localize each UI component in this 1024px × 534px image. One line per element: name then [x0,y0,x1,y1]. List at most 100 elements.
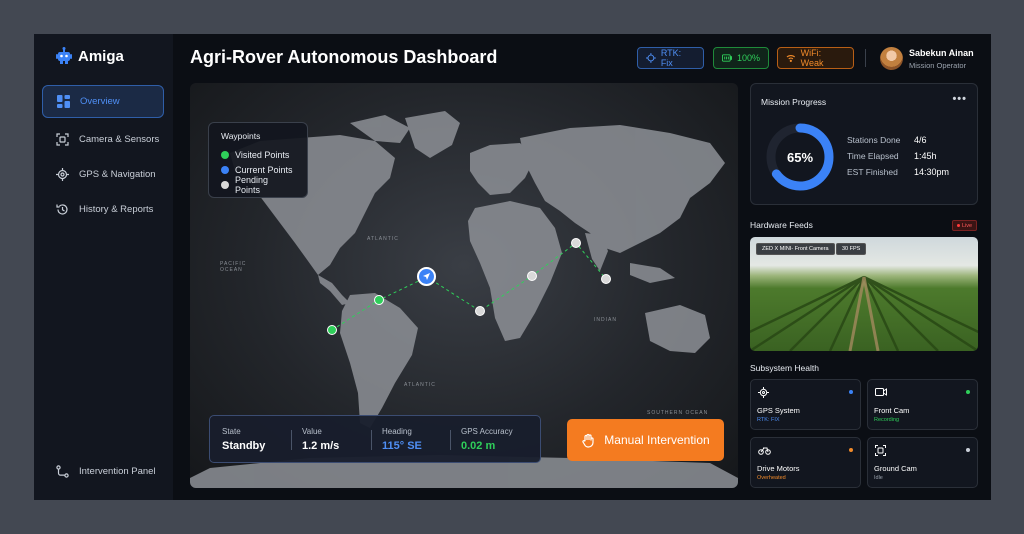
wifi-status-badge[interactable]: WiFi: Weak [777,47,854,69]
app-name: Amiga [78,47,124,65]
legend-label: Current Points [235,164,293,175]
battery-icon [722,54,732,62]
subsystem-name: Front Cam [874,406,910,415]
subsystem-card-gps[interactable]: GPS System RTK: FIX [750,379,861,430]
stat-divider [371,430,372,450]
legend-item-visited: Visited Points [221,147,295,162]
current-dot-icon [221,165,229,174]
robot-icon [56,47,72,64]
scan-icon [875,445,886,456]
mission-row-value: 1:45h [914,151,937,161]
live-label: Live [962,222,973,229]
battery-status-badge[interactable]: 100% [713,47,769,69]
sidebar-item-label: Overview [80,96,120,107]
progress-percent: 65% [786,149,814,165]
status-dot [849,390,853,394]
waypoint-visited[interactable] [327,325,337,335]
more-options-icon[interactable]: ••• [952,93,967,105]
status-dot [966,448,970,452]
wifi-icon [786,55,796,62]
subsystem-name: Ground Cam [874,464,917,473]
sidebar-item-history-reports[interactable]: History & Reports [42,193,164,226]
waypoint-pending[interactable] [571,238,581,248]
subsystem-status: RTK: FIX [757,417,780,423]
map-label: ATLANTIC [367,236,399,242]
stat-state: State Standby [222,427,265,452]
logo: Amiga [55,47,124,65]
sidebar-item-label: GPS & Navigation [79,169,156,180]
waypoint-visited[interactable] [374,295,384,305]
hand-icon [582,433,594,448]
target-icon [56,168,69,181]
stat-label: Value [302,427,322,436]
stat-label: GPS Accuracy [461,427,513,436]
battery-status-label: 100% [736,53,760,63]
map-label: OCEAN [220,267,243,273]
video-icon [875,388,887,396]
stat-gps-accuracy: GPS Accuracy 0.02 m [461,427,513,452]
waypoint-current[interactable] [417,267,436,286]
avatar[interactable] [880,47,903,70]
stat-value: 115° SE [382,440,422,452]
history-icon [56,204,68,215]
waypoints-legend: Waypoints Visited Points Current Points … [208,122,308,198]
map-label: ATLANTIC [404,382,436,388]
stat-value: 1.2 m/s [302,440,340,452]
mission-row-value: 4/6 [914,135,927,145]
waypoint-pending[interactable] [601,274,611,284]
pending-dot-icon [221,180,229,189]
header-divider [865,49,866,67]
user-name: Sabekun Ainan [909,48,974,58]
status-dot [849,448,853,452]
stat-divider [291,430,292,450]
stat-label: Heading [382,427,412,436]
live-dot-icon [957,224,960,227]
stat-label: State [222,427,241,436]
route-icon [56,465,69,478]
manual-intervention-button[interactable]: Manual Intervention [567,419,724,461]
mission-row-label: Time Elapsed [847,151,899,161]
sidebar-item-intervention-panel[interactable]: Intervention Panel [42,455,164,488]
waypoint-pending[interactable] [475,306,485,316]
waypoint-pending[interactable] [527,271,537,281]
camera-name-tag: ZED X MINI- Front Camera [756,243,835,255]
rtk-status-badge[interactable]: RTK: Fix [637,47,704,69]
hardware-feeds-title: Hardware Feeds [750,220,813,230]
sidebar-item-label: Intervention Panel [79,466,156,477]
mission-row-label: EST Finished [847,167,898,177]
legend-item-pending: Pending Points [221,175,295,195]
map-label: INDIAN [594,317,617,323]
page-title: Agri-Rover Autonomous Dashboard [190,47,498,67]
stat-value: Standby [222,440,266,452]
subsystem-name: Drive Motors [757,464,800,473]
sidebar: Amiga Overview Camera & Sensors GPS & Na… [34,34,173,500]
rtk-status-label: RTK: Fix [660,48,682,68]
crosshair-icon [758,387,769,398]
live-badge: Live [952,220,978,231]
grid-icon [57,95,70,108]
subsystem-health-title: Subsystem Health [750,363,819,373]
subsystem-card-front-cam[interactable]: Front Cam Recording [867,379,978,430]
bike-icon [758,447,771,455]
subsystem-card-ground-cam[interactable]: Ground Cam Idle [867,437,978,488]
map-label: SOUTHERN OCEAN [647,410,709,416]
stat-divider [450,430,451,450]
legend-title: Waypoints [221,131,261,141]
sidebar-item-label: History & Reports [79,204,154,215]
manual-intervention-label: Manual Intervention [604,433,710,447]
stat-heading: Heading 115° SE [382,427,422,452]
visited-dot-icon [221,150,229,159]
sidebar-item-gps-navigation[interactable]: GPS & Navigation [42,158,164,191]
legend-label: Visited Points [235,149,290,160]
sidebar-item-camera-sensors[interactable]: Camera & Sensors [42,123,164,156]
camera-feed[interactable]: ZED X MINI- Front Camera 30 FPS [750,237,978,351]
subsystem-card-drive-motors[interactable]: Drive Motors Overheated [750,437,861,488]
status-dot [966,390,970,394]
scan-icon [56,133,69,146]
crosshair-icon [646,53,656,63]
mission-row-value: 14:30pm [914,167,950,177]
subsystem-status: Recording [874,417,900,423]
sidebar-item-overview[interactable]: Overview [42,85,164,118]
world-map[interactable]: PACIFIC OCEAN ATLANTIC ATLANTIC INDIAN S… [190,83,738,488]
wifi-status-label: WiFi: Weak [800,48,824,68]
